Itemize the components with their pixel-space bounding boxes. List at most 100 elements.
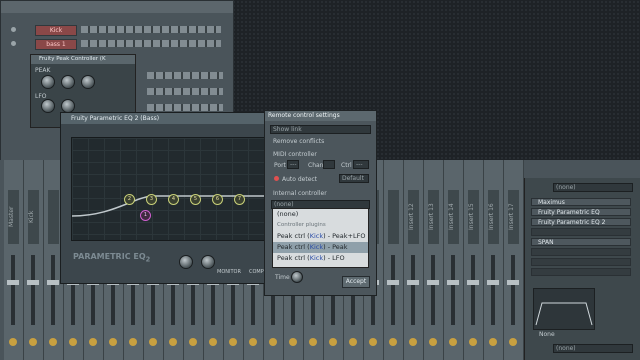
send-knob[interactable] (109, 338, 117, 346)
mixer-strip[interactable]: Kick (24, 160, 44, 360)
fader-handle[interactable] (387, 280, 399, 285)
fader-handle[interactable] (427, 280, 439, 285)
send-knob[interactable] (289, 338, 297, 346)
chan-field[interactable] (323, 160, 335, 169)
fader-handle[interactable] (7, 280, 19, 285)
eq-graph[interactable]: 2 3 4 5 6 7 1 (71, 137, 265, 241)
send-knob[interactable] (129, 338, 137, 346)
knob[interactable] (179, 255, 193, 269)
band-handle[interactable]: 5 (190, 194, 201, 205)
mixer-strip[interactable]: Insert 14 (444, 160, 464, 360)
channel-button-kick[interactable]: Kick (35, 25, 77, 36)
mixer-strip[interactable]: Insert 17 (504, 160, 524, 360)
default-select[interactable]: Default (339, 174, 369, 183)
knob[interactable] (41, 75, 55, 89)
send-knob[interactable] (489, 338, 497, 346)
show-link-field[interactable]: Show link (270, 125, 371, 134)
send-knob[interactable] (409, 338, 417, 346)
mute-led[interactable] (11, 27, 16, 32)
send-knob[interactable] (429, 338, 437, 346)
dialog-title[interactable]: Remote control settings (265, 111, 376, 121)
send-knob[interactable] (349, 338, 357, 346)
fx-slot[interactable]: SPAN (531, 238, 631, 246)
fx-slot[interactable] (531, 248, 631, 256)
knob[interactable] (41, 99, 55, 113)
fx-slot[interactable] (531, 268, 631, 276)
send-knob[interactable] (449, 338, 457, 346)
band-handle[interactable]: 7 (234, 194, 245, 205)
send-knob[interactable] (329, 338, 337, 346)
peak-band-handle[interactable]: 1 (140, 210, 151, 221)
send-knob[interactable] (49, 338, 57, 346)
send-knob[interactable] (469, 338, 477, 346)
peak-controller-title[interactable]: Fruity Peak Controller (K (31, 55, 135, 64)
send-knob[interactable] (69, 338, 77, 346)
band-handle[interactable]: 3 (146, 194, 157, 205)
ctrl-field[interactable]: --- (353, 160, 369, 169)
send-knob[interactable] (389, 338, 397, 346)
eq-window-title[interactable]: Fruity Parametric EQ 2 (Bass) (61, 113, 273, 124)
dropdown-item[interactable]: Peak ctrl (Kick) - Peak (273, 242, 368, 253)
band-handle[interactable]: 4 (168, 194, 179, 205)
auto-detect-led[interactable] (274, 176, 279, 181)
send-knob[interactable] (9, 338, 17, 346)
port-field[interactable]: --- (287, 160, 299, 169)
step-row[interactable] (81, 26, 221, 33)
send-knob[interactable] (89, 338, 97, 346)
send-knob[interactable] (229, 338, 237, 346)
fader-handle[interactable] (47, 280, 59, 285)
sequencer-titlebar[interactable] (1, 1, 233, 13)
fx-slot[interactable] (531, 228, 631, 236)
fader-handle[interactable] (447, 280, 459, 285)
send-knob[interactable] (369, 338, 377, 346)
send-knob[interactable] (209, 338, 217, 346)
fader-handle[interactable] (407, 280, 419, 285)
fx-slot[interactable]: Fruity Parametric EQ 2 (531, 218, 631, 226)
send-knob[interactable] (189, 338, 197, 346)
send-knob[interactable] (249, 338, 257, 346)
step-row[interactable] (147, 104, 223, 111)
dropdown-item[interactable]: Peak ctrl (Kick) - Peak+LFO (273, 231, 368, 242)
band-handle[interactable]: 2 (124, 194, 135, 205)
knob[interactable] (61, 75, 75, 89)
mixer-strip[interactable]: Insert 12 (404, 160, 424, 360)
send-knob[interactable] (309, 338, 317, 346)
send-knob[interactable] (29, 338, 37, 346)
fx-slot[interactable]: Fruity Parametric EQ (531, 208, 631, 216)
band-handle[interactable]: 6 (212, 194, 223, 205)
accept-button[interactable]: Accept (342, 276, 370, 288)
mixer-strip[interactable] (384, 160, 404, 360)
internal-controller-heading: Internal controller (273, 190, 327, 197)
send-knob[interactable] (509, 338, 517, 346)
mixer-strip[interactable]: Insert 16 (484, 160, 504, 360)
send-knob[interactable] (269, 338, 277, 346)
mute-led[interactable] (11, 41, 16, 46)
fx-header-select[interactable]: (none) (553, 183, 633, 192)
fader-handle[interactable] (487, 280, 499, 285)
channel-button-bass[interactable]: bass 1 (35, 39, 77, 50)
fader-handle[interactable] (507, 280, 519, 285)
knob[interactable] (81, 75, 95, 89)
mixer-strip[interactable]: Insert 13 (424, 160, 444, 360)
mixer-strip[interactable]: Insert 15 (464, 160, 484, 360)
dropdown-header: Controller plugins (273, 220, 368, 231)
knob[interactable] (61, 99, 75, 113)
dropdown-item[interactable]: (none) (273, 209, 368, 220)
mixer-strip[interactable]: Master (4, 160, 24, 360)
send-knob[interactable] (149, 338, 157, 346)
fx-slot[interactable]: Maximus (531, 198, 631, 206)
send-knob[interactable] (169, 338, 177, 346)
step-row[interactable] (147, 72, 223, 79)
remove-conflicts-checkbox[interactable]: Remove conflicts (273, 138, 324, 145)
fader-handle[interactable] (27, 280, 39, 285)
dropdown-item[interactable]: Peak ctrl (Kick) - LFO (273, 253, 368, 264)
fx-footer-select[interactable]: (none) (553, 344, 633, 353)
fader-handle[interactable] (467, 280, 479, 285)
step-row[interactable] (81, 40, 221, 47)
fader-track (31, 255, 35, 325)
time-knob[interactable] (291, 271, 303, 283)
auto-detect-label[interactable]: Auto detect (282, 176, 317, 183)
fx-slot[interactable] (531, 258, 631, 266)
knob[interactable] (201, 255, 215, 269)
step-row[interactable] (147, 88, 223, 95)
